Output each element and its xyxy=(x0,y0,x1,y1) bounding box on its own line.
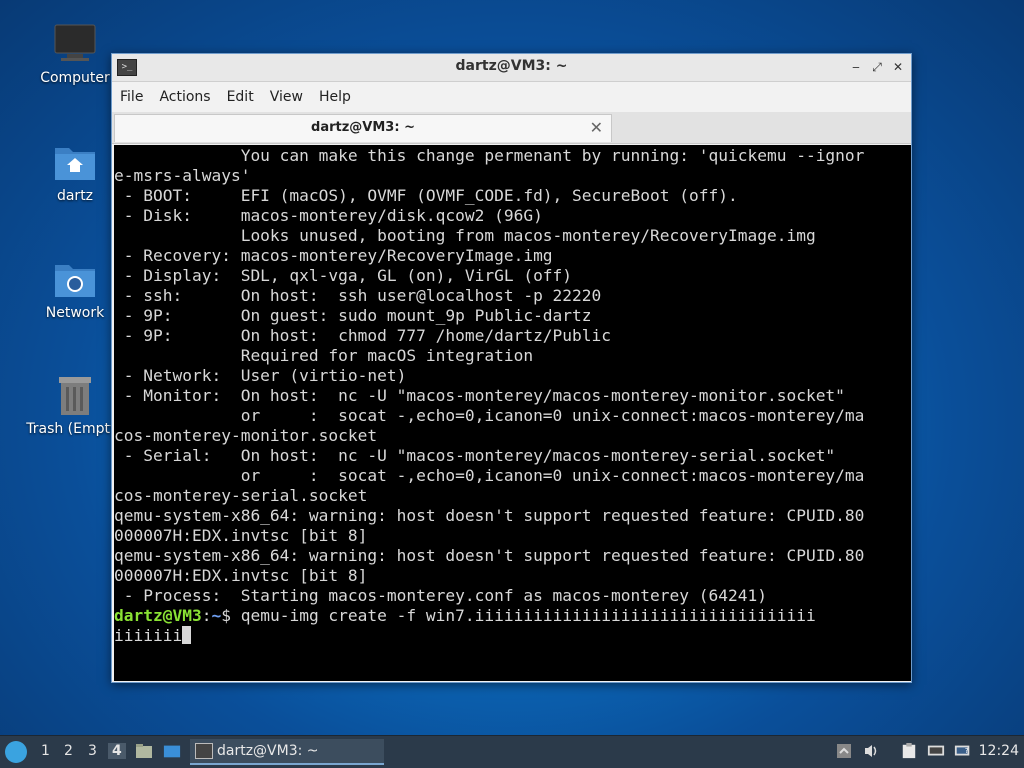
terminal-line: 000007H:EDX.invtsc [bit 8] xyxy=(114,526,368,545)
text-cursor xyxy=(182,626,192,644)
terminal-line: Looks unused, booting from macos-montere… xyxy=(114,226,816,245)
taskbar-task-terminal[interactable]: dartz@VM3: ~ xyxy=(190,739,384,765)
terminal-line: - Disk: macos-monterey/disk.qcow2 (96G) xyxy=(114,206,543,225)
prompt-continuation-line[interactable]: iiiiiii xyxy=(114,626,911,646)
taskbar: 1 2 3 4 dartz@VM3: ~ ? 12:24 xyxy=(0,735,1024,768)
terminal-output[interactable]: You can make this change permenant by ru… xyxy=(114,145,911,681)
terminal-line: e-msrs-always' xyxy=(114,166,251,185)
terminal-line: cos-monterey-monitor.socket xyxy=(114,426,378,445)
tab-bar: dartz@VM3: ~ ✕ xyxy=(112,112,911,144)
close-button[interactable]: ✕ xyxy=(889,58,907,76)
window-title: dartz@VM3: ~ xyxy=(455,58,568,74)
display-icon[interactable] xyxy=(927,743,945,759)
terminal-line: or : socat -,echo=0,icanon=0 unix-connec… xyxy=(114,406,865,425)
show-desktop-icon[interactable] xyxy=(163,743,181,759)
terminal-line: Required for macOS integration xyxy=(114,346,534,365)
trash-icon xyxy=(59,377,91,415)
terminal-line: qemu-system-x86_64: warning: host doesn'… xyxy=(114,546,865,565)
tab-close-icon[interactable]: ✕ xyxy=(590,118,603,137)
terminal-line: - Serial: On host: nc -U "macos-monterey… xyxy=(114,446,836,465)
workspace-1[interactable]: 1 xyxy=(41,743,50,759)
terminal-line: cos-monterey-serial.socket xyxy=(114,486,368,505)
menu-help[interactable]: Help xyxy=(311,82,359,112)
menu-file[interactable]: File xyxy=(112,82,151,112)
window-titlebar[interactable]: >_ dartz@VM3: ~ ‒ ⤢ ✕ xyxy=(112,54,911,82)
tab-title: dartz@VM3: ~ xyxy=(311,120,415,135)
terminal-line: - BOOT: EFI (macOS), OVMF (OVMF_CODE.fd)… xyxy=(114,186,738,205)
terminal-task-icon xyxy=(195,743,213,759)
desktop-icon-trash[interactable]: Trash (Empty) xyxy=(25,373,125,437)
desktop-icon-label: Computer xyxy=(40,70,110,86)
file-manager-icon[interactable] xyxy=(135,743,153,759)
desktop-icon-label: Network xyxy=(45,305,105,321)
terminal-line: - 9P: On host: chmod 777 /home/dartz/Pub… xyxy=(114,326,612,345)
clipboard-icon[interactable] xyxy=(900,743,918,759)
desktop-icon-computer[interactable]: Computer xyxy=(25,22,125,86)
prompt-user: dartz@VM3 xyxy=(114,606,202,625)
terminal-line: - Recovery: macos-monterey/RecoveryImage… xyxy=(114,246,553,265)
terminal-line: - Process: Starting macos-monterey.conf … xyxy=(114,586,767,605)
terminal-line: 000007H:EDX.invtsc [bit 8] xyxy=(114,566,368,585)
workspace-4[interactable]: 4 xyxy=(108,743,126,759)
terminal-line: - 9P: On guest: sudo mount_9p Public-dar… xyxy=(114,306,592,325)
terminal-line: - ssh: On host: ssh user@localhost -p 22… xyxy=(114,286,602,305)
task-title: dartz@VM3: ~ xyxy=(217,743,319,759)
terminal-line: - Display: SDL, qxl-vga, GL (on), VirGL … xyxy=(114,266,573,285)
terminal-window[interactable]: >_ dartz@VM3: ~ ‒ ⤢ ✕ File Actions Edit Vie… xyxy=(111,53,912,683)
svg-text:?: ? xyxy=(965,746,969,755)
desktop-icon-label: dartz xyxy=(56,188,94,204)
menubar: File Actions Edit View Help xyxy=(112,82,911,112)
menu-actions[interactable]: Actions xyxy=(151,82,218,112)
desktop-icon-network[interactable]: Network xyxy=(25,257,125,321)
minimize-button[interactable]: ‒ xyxy=(847,58,865,76)
start-menu-button[interactable] xyxy=(5,741,27,763)
workspace-2[interactable]: 2 xyxy=(64,743,73,759)
terminal-line: You can make this change permenant by ru… xyxy=(114,146,865,165)
desktop-icon-label: Trash (Empty) xyxy=(26,421,124,437)
terminal-line: qemu-system-x86_64: warning: host doesn'… xyxy=(114,506,865,525)
prompt-line[interactable]: dartz@VM3:~$ qemu-img create -f win7.iii… xyxy=(114,606,911,626)
tab-terminal[interactable]: dartz@VM3: ~ ✕ xyxy=(114,114,612,142)
network-status-icon[interactable]: ? xyxy=(954,743,972,759)
home-folder-icon xyxy=(55,148,95,180)
terminal-line: - Monitor: On host: nc -U "macos-montere… xyxy=(114,386,845,405)
volume-icon[interactable] xyxy=(863,743,881,759)
tray-expand-icon[interactable] xyxy=(835,743,853,759)
menu-view[interactable]: View xyxy=(262,82,311,112)
terminal-line: or : socat -,echo=0,icanon=0 unix-connec… xyxy=(114,466,865,485)
network-folder-icon xyxy=(55,265,95,297)
menu-edit[interactable]: Edit xyxy=(219,82,262,112)
command-continuation[interactable]: iiiiiii xyxy=(114,626,182,645)
maximize-button[interactable]: ⤢ xyxy=(868,58,886,76)
workspace-3[interactable]: 3 xyxy=(88,743,97,759)
prompt-dollar: $ xyxy=(221,606,241,625)
terminal-line: - Network: User (virtio-net) xyxy=(114,366,407,385)
prompt-path: ~ xyxy=(211,606,222,625)
desktop-icon-home[interactable]: dartz xyxy=(25,140,125,204)
clock[interactable]: 12:24 xyxy=(979,743,1019,759)
command-input[interactable]: qemu-img create -f win7.iiiiiiiiiiiiiiii… xyxy=(241,606,816,625)
prompt-separator: : xyxy=(201,606,212,625)
computer-icon xyxy=(54,24,96,61)
